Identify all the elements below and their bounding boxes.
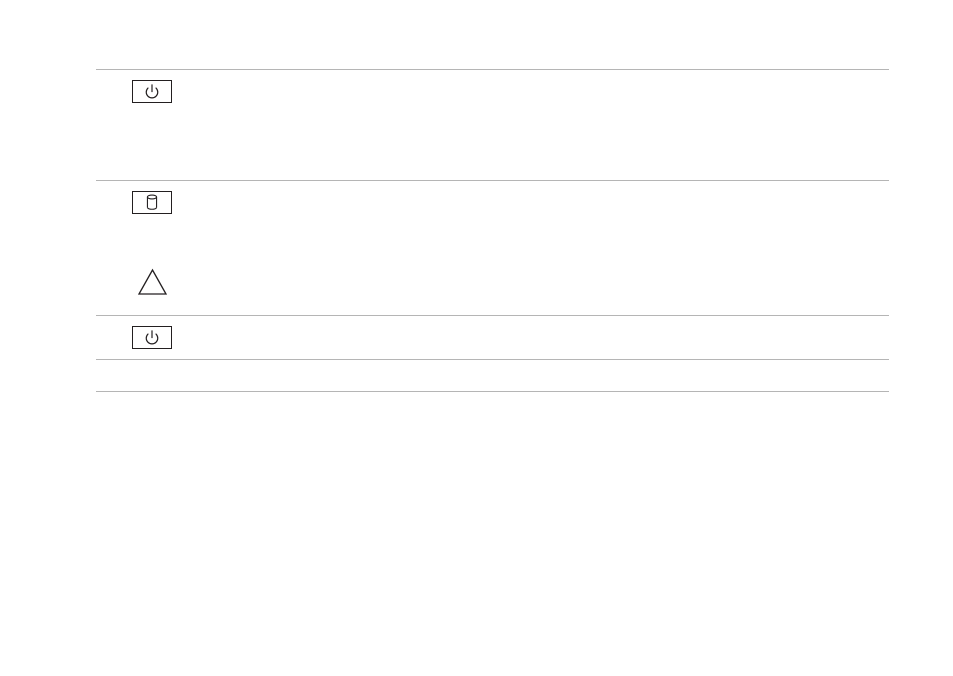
power-icon — [132, 326, 172, 349]
table-rule-row2 — [96, 315, 889, 316]
table-rule-row3 — [96, 359, 889, 360]
caution-icon — [137, 268, 168, 296]
table-rule-top — [96, 69, 889, 70]
table-rule-row1 — [96, 180, 889, 181]
power-icon — [132, 80, 172, 103]
hard-drive-icon — [132, 191, 172, 214]
table-rule-bottom — [96, 391, 889, 392]
